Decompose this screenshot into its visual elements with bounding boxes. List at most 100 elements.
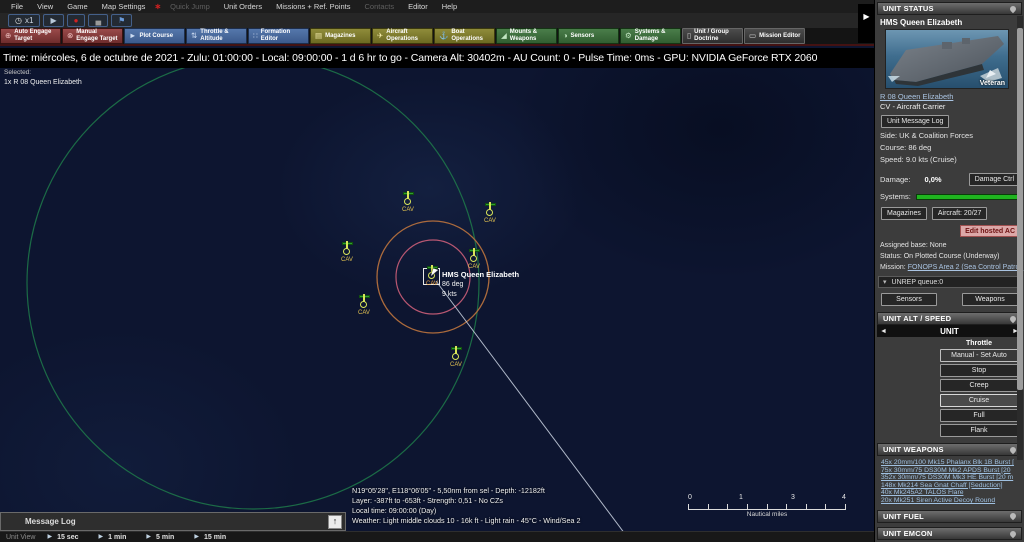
weapon-link[interactable]: 40x Mk245A2 TALOS Flare <box>881 489 1019 497</box>
mission-link[interactable]: FONOPS Area 2 (Sea Control Patrol) <box>908 263 1024 272</box>
throttle-creep-button[interactable]: Creep <box>940 379 1018 392</box>
expand-message-log-button[interactable]: ↑ <box>328 515 342 529</box>
message-log-title: Message Log <box>25 517 328 526</box>
weapon-link[interactable]: 148x Mk214 Sea Gnat Chaff [Seduction] <box>881 482 1019 490</box>
scale-tick-label: 1 <box>739 494 743 501</box>
mission-editor-button[interactable]: ▭Mission Editor <box>744 28 805 44</box>
menu-view[interactable]: View <box>30 2 60 11</box>
throttle-manual-auto-button[interactable]: Manual - Set Auto <box>940 349 1018 362</box>
prev-unit-arrow[interactable]: ◄ <box>880 328 887 335</box>
friendly-surface-icon <box>358 298 370 310</box>
menu-game[interactable]: Game <box>60 2 94 11</box>
systems-health-bar <box>916 194 1018 200</box>
menu-quick-jump: Quick Jump <box>163 2 217 11</box>
menu-help[interactable]: Help <box>435 2 464 11</box>
mission-label: Mission: <box>880 263 906 272</box>
throttle-flank-button[interactable]: Flank <box>940 424 1018 437</box>
side-label: Side: UK & Coalition Forces <box>880 131 1024 140</box>
menu-editor[interactable]: Editor <box>401 2 435 11</box>
view-mode-label: Unit View <box>6 534 35 541</box>
throttle-cruise-button[interactable]: Cruise <box>940 394 1018 407</box>
unit-selector-strip: ◄ UNIT ► <box>877 325 1022 337</box>
edit-hosted-ac-button[interactable]: Edit hosted AC <box>960 225 1020 237</box>
pin-icon[interactable] <box>1009 529 1017 537</box>
time-multiplier-label: x1 <box>25 16 33 25</box>
throttle-altitude-button[interactable]: ⇅Throttle & Altitude <box>186 28 247 44</box>
menu-file[interactable]: File <box>4 2 30 11</box>
weapon-link[interactable]: 45x 20mm/100 Mk15 Phalanx Blk 1B Burst [ <box>881 459 1019 467</box>
aircraft-count-button[interactable]: Aircraft: 20/27 <box>932 207 988 220</box>
map-view[interactable]: Selected: 1x R 08 Queen Elizabeth CAV CA… <box>0 68 874 531</box>
throttle-stop-button[interactable]: Stop <box>940 364 1018 377</box>
formation-editor-button[interactable]: ∷Formation Editor <box>248 28 309 44</box>
unit-class-link[interactable]: R 08 Queen Elizabeth <box>880 92 1024 101</box>
unit-label: CAV <box>400 207 416 213</box>
interval-15sec[interactable]: ▶15 sec <box>47 534 78 541</box>
panel-scrollbar-thumb[interactable] <box>1017 28 1023 390</box>
damage-ctrl-button[interactable]: Damage Ctrl <box>969 173 1020 186</box>
throttle-altitude-icon: ⇅ <box>191 32 197 40</box>
unrep-queue-bar[interactable]: ▾ UNREP queue:0 <box>878 276 1021 288</box>
map-unit[interactable]: CAV <box>466 249 482 270</box>
mounts-weapons-icon: ◢ <box>501 32 507 40</box>
time-status-bar: Time: miércoles, 6 de octubre de 2021 - … <box>0 48 874 68</box>
systems-damage-button[interactable]: ⚙Systems & Damage <box>620 28 681 44</box>
map-unit[interactable]: CAV <box>356 295 372 316</box>
manual-engage-target-button[interactable]: ⊗Manual Engage Target <box>62 28 123 44</box>
auto-engage-target-button[interactable]: ⊕Auto Engage Target <box>0 28 61 44</box>
selected-unit-speed: 9 kts <box>442 291 457 298</box>
unit-message-log-button[interactable]: Unit Message Log <box>881 115 949 128</box>
sensors-panel-button[interactable]: Sensors <box>881 293 937 306</box>
weapon-link[interactable]: 352x 30mm/75 DS30M Mk3 HE Burst [20 m <box>881 474 1019 482</box>
app-window: File View Game Map Settings ∗ Quick Jump… <box>0 0 1024 542</box>
weapon-link[interactable]: 75x 30mm/75 DS30M Mk2 APDS Burst [20 <box>881 467 1019 475</box>
bridge-view-button[interactable]: ▄ <box>88 14 108 27</box>
map-info-layer: Layer: -387ft to -653ft - Strength: 0,51… <box>352 496 580 506</box>
selected-unit-name: HMS Queen Elizabeth <box>442 270 519 279</box>
panel-collapse-button[interactable]: ▶ <box>858 4 875 43</box>
weapon-link[interactable]: 20x Mk251 Siren Active Decoy Round <box>881 497 1019 505</box>
sensors-button[interactable]: ◑Sensors <box>558 28 619 44</box>
unit-type-label: CV - Aircraft Carrier <box>880 102 1024 111</box>
menu-unit-orders[interactable]: Unit Orders <box>217 2 269 11</box>
mission-row: Mission: FONOPS Area 2 (Sea Control Patr… <box>880 263 1024 272</box>
menu-missions-ref-points[interactable]: Missions + Ref. Points <box>269 2 357 11</box>
map-unit[interactable]: CAV <box>482 203 498 224</box>
selected-label: Selected: <box>4 69 82 76</box>
boat-operations-button[interactable]: ⚓Boat Operations <box>434 28 495 44</box>
systems-damage-icon: ⚙ <box>625 32 632 40</box>
pin-icon[interactable] <box>1009 445 1017 453</box>
unit-label: CAV <box>356 310 372 316</box>
map-unit[interactable]: CAV <box>448 347 464 368</box>
map-unit[interactable]: CAV <box>339 242 355 263</box>
weapons-list: 45x 20mm/100 Mk15 Phalanx Blk 1B Burst [… <box>881 459 1019 505</box>
magazines-panel-button[interactable]: Magazines <box>881 207 927 220</box>
time-compression-button[interactable]: ◷ x1 <box>8 14 40 27</box>
interval-15min[interactable]: ▶15 min <box>194 534 226 541</box>
map-info-coordinates: N19°05'28", E118°06'05" - 5,50nm from se… <box>352 486 580 496</box>
run-button[interactable]: ▶ <box>43 14 63 27</box>
weapons-panel-button[interactable]: Weapons <box>962 293 1018 306</box>
course-label: Course: 86 deg <box>880 143 1024 152</box>
mounts-weapons-button[interactable]: ◢Mounts & Weapons <box>496 28 557 44</box>
plot-course-button[interactable]: ►Plot Course <box>124 28 185 44</box>
record-button[interactable]: ● <box>67 14 86 27</box>
pin-icon[interactable] <box>1009 4 1017 12</box>
unit-group-doctrine-button[interactable]: ▯Unit / Group Doctrine <box>682 28 743 44</box>
aircraft-operations-button[interactable]: ✈Aircraft Operations <box>372 28 433 44</box>
pin-icon[interactable] <box>1009 512 1017 520</box>
reference-point-button[interactable]: ⚑ <box>111 14 132 27</box>
caret-down-icon: ▾ <box>883 279 887 286</box>
pin-icon[interactable] <box>1009 314 1017 322</box>
magazines-button[interactable]: ▤Magazines <box>310 28 371 44</box>
interval-5min[interactable]: ▶5 min <box>146 534 174 541</box>
play-icon: ▶ <box>47 534 52 540</box>
map-unit[interactable]: CAV <box>400 192 416 213</box>
message-log-bar[interactable]: Message Log ↑ <box>0 512 346 531</box>
selected-units-text: 1x R 08 Queen Elizabeth <box>4 79 82 86</box>
play-icon: ▶ <box>50 17 56 25</box>
plot-course-icon: ► <box>129 32 136 40</box>
throttle-full-button[interactable]: Full <box>940 409 1018 422</box>
interval-1min[interactable]: ▶1 min <box>99 534 127 541</box>
menu-map-settings[interactable]: Map Settings <box>95 2 153 11</box>
